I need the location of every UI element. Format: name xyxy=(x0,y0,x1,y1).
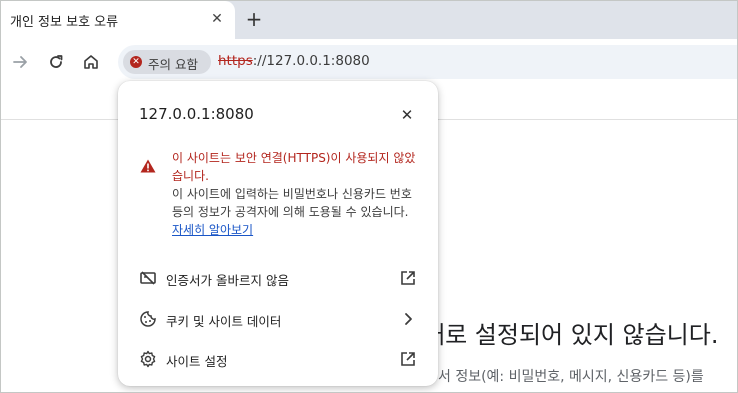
certificate-error-icon xyxy=(140,271,156,285)
chevron-right-icon xyxy=(405,313,412,325)
gear-icon xyxy=(140,350,156,368)
menu-item-label: 사이트 설정 xyxy=(166,354,228,369)
address-bar[interactable]: ✕ 주의 요함 https://127.0.0.1:8080 xyxy=(118,45,737,79)
home-icon xyxy=(84,55,98,69)
error-icon: ✕ xyxy=(130,56,142,68)
url-host: ://127.0.0.1:8080 xyxy=(252,53,370,69)
home-button[interactable] xyxy=(81,52,101,72)
popup-close-button[interactable]: ✕ xyxy=(397,105,417,125)
new-tab-button[interactable]: + xyxy=(243,8,265,30)
menu-item-label: 쿠키 및 사이트 데이터 xyxy=(166,314,282,329)
warning-icon xyxy=(140,159,156,173)
reload-button[interactable] xyxy=(46,52,66,72)
reload-icon xyxy=(50,55,63,68)
tab-title: 개인 정보 보호 오류 xyxy=(10,15,119,30)
popup-title: 127.0.0.1:8080 xyxy=(139,105,254,123)
menu-item-cookies[interactable]: 쿠키 및 사이트 데이터 xyxy=(118,301,438,337)
warning-description: 이 사이트에 입력하는 비밀번호나 신용카드 번호 등의 정보가 공격자에 의해… xyxy=(172,185,422,239)
warning-description-text: 이 사이트에 입력하는 비밀번호나 신용카드 번호 등의 정보가 공격자에 의해… xyxy=(172,187,412,219)
warning-message: 이 사이트는 보안 연결(HTTPS)이 사용되지 않았습니다. 이 사이트에 … xyxy=(172,149,422,239)
external-link-icon xyxy=(401,352,415,366)
url-scheme: https xyxy=(218,53,253,69)
arrow-right-icon xyxy=(13,56,27,68)
learn-more-link[interactable]: 자세히 알아보기 xyxy=(172,223,253,237)
menu-item-certificate[interactable]: 인증서가 올바르지 않음 xyxy=(118,260,438,296)
cookie-icon xyxy=(140,311,156,327)
security-chip[interactable]: ✕ 주의 요함 xyxy=(123,50,211,74)
site-info-popup: 127.0.0.1:8080 ✕ 이 사이트는 보안 연결(HTTPS)이 사용… xyxy=(118,81,438,386)
security-chip-label: 주의 요함 xyxy=(148,57,198,72)
external-link-icon xyxy=(401,271,415,285)
menu-item-site-settings[interactable]: 사이트 설정 xyxy=(118,341,438,377)
menu-item-label: 인증서가 올바르지 않음 xyxy=(166,273,289,288)
toolbar: ✕ 주의 요함 https://127.0.0.1:8080 xyxy=(1,39,737,85)
tab-strip: 개인 정보 보호 오류 ✕ + xyxy=(1,1,737,39)
url-text[interactable]: https://127.0.0.1:8080 xyxy=(218,53,370,69)
browser-window: 개인 정보 보호 오류 ✕ + ✕ 주의 요함 https://127.0.0.… xyxy=(0,0,738,393)
tab-close-button[interactable]: ✕ xyxy=(208,10,226,28)
page-heading: 대로 설정되어 있지 않습니다. xyxy=(423,321,719,349)
tab-active[interactable]: 개인 정보 보호 오류 ✕ xyxy=(1,1,235,39)
page-body-text: 서 정보(예: 비밀번호, 메시지, 신용카드 등)를 xyxy=(438,369,704,385)
back-button[interactable] xyxy=(10,52,30,72)
warning-title: 이 사이트는 보안 연결(HTTPS)이 사용되지 않았습니다. xyxy=(172,151,416,183)
